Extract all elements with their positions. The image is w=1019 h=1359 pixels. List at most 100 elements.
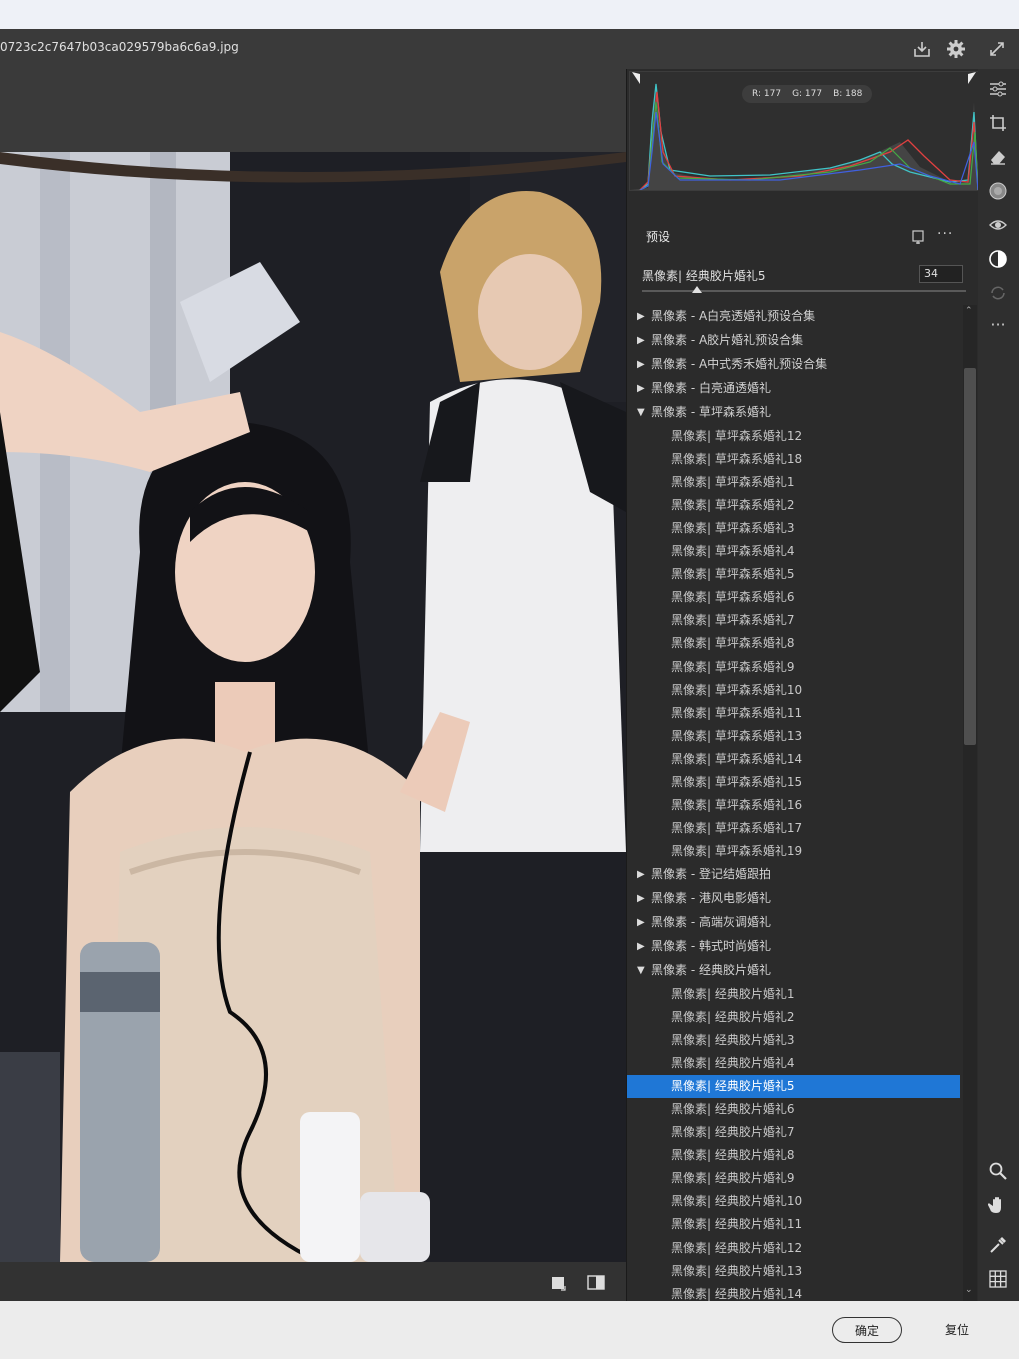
triangle-right-icon[interactable]: ▶ xyxy=(637,329,645,352)
preset-item[interactable]: 黑像素| 经典胶片婚礼4 xyxy=(627,1052,960,1075)
zoom-icon[interactable] xyxy=(986,1159,1010,1183)
preset-item[interactable]: 黑像素| 草坪森系婚礼2 xyxy=(627,494,960,517)
preset-item-label: 黑像素| 经典胶片婚礼2 xyxy=(671,1010,795,1024)
triangle-down-icon[interactable]: ▼ xyxy=(637,401,645,424)
preset-item[interactable]: 黑像素| 草坪森系婚礼10 xyxy=(627,679,960,702)
preset-item[interactable]: 黑像素| 草坪森系婚礼14 xyxy=(627,748,960,771)
preset-item-label: 黑像素| 草坪森系婚礼14 xyxy=(671,751,803,766)
preset-item-label: 黑像素| 经典胶片婚礼14 xyxy=(671,1286,803,1301)
preset-item[interactable]: 黑像素| 草坪森系婚礼5 xyxy=(627,563,960,586)
preset-item-label: 黑像素| 经典胶片婚礼8 xyxy=(671,1148,795,1163)
preset-item-label: 黑像素| 经典胶片婚礼12 xyxy=(671,1240,803,1255)
preset-item[interactable]: 黑像素| 经典胶片婚礼6 xyxy=(627,1098,960,1121)
preset-group-label: 黑像素 - 经典胶片婚礼 xyxy=(651,962,771,977)
preset-amount-value[interactable]: 34 xyxy=(919,265,963,283)
scrollbar-thumb[interactable] xyxy=(964,368,976,745)
preset-group[interactable]: ▶ 黑像素 - A中式秀禾婚礼预设合集 xyxy=(627,353,960,376)
preset-item[interactable]: 黑像素| 草坪森系婚礼11 xyxy=(627,702,960,725)
single-view-icon[interactable] xyxy=(549,1272,569,1292)
preset-item[interactable]: 黑像素| 经典胶片婚礼11 xyxy=(627,1213,960,1236)
presets-icon[interactable] xyxy=(986,247,1010,271)
preset-item-label: 黑像素| 草坪森系婚礼9 xyxy=(671,659,795,674)
more-options-icon[interactable]: ··· xyxy=(937,226,953,242)
scroll-up-arrow[interactable]: ⌃ xyxy=(965,306,973,316)
preset-item[interactable]: 黑像素| 草坪森系婚礼15 xyxy=(627,771,960,794)
eraser-icon[interactable] xyxy=(986,145,1010,169)
amount-slider-track[interactable] xyxy=(642,290,966,292)
preset-item[interactable]: 黑像素| 草坪森系婚礼1 xyxy=(627,471,960,494)
preset-group-label: 黑像素 - 高端灰调婚礼 xyxy=(651,914,771,929)
preset-item-label: 黑像素| 经典胶片婚礼4 xyxy=(671,1056,795,1071)
snapshots-icon[interactable] xyxy=(986,281,1010,305)
preset-item[interactable]: 黑像素| 草坪森系婚礼7 xyxy=(627,609,960,632)
preset-item[interactable]: 黑像素| 经典胶片婚礼7 xyxy=(627,1121,960,1144)
crop-icon[interactable] xyxy=(986,111,1010,135)
preset-item[interactable]: 黑像素| 草坪森系婚礼4 xyxy=(627,540,960,563)
triangle-right-icon[interactable]: ▶ xyxy=(637,887,645,910)
triangle-right-icon[interactable]: ▶ xyxy=(637,377,645,400)
preset-group[interactable]: ▶ 黑像素 - A白亮透婚礼预设合集 xyxy=(627,305,960,328)
scroll-down-arrow[interactable]: ⌄ xyxy=(965,1285,973,1295)
preset-item-selected[interactable]: 黑像素| 经典胶片婚礼5 xyxy=(627,1075,960,1099)
eyedropper-icon[interactable] xyxy=(986,1233,1010,1257)
preset-item[interactable]: 黑像素| 草坪森系婚礼8 xyxy=(627,632,960,655)
preset-item[interactable]: 黑像素| 草坪森系婚礼3 xyxy=(627,517,960,540)
preset-item[interactable]: 黑像素| 草坪森系婚礼13 xyxy=(627,725,960,748)
adjust-sliders-icon[interactable] xyxy=(986,77,1010,101)
preset-item-label: 黑像素| 经典胶片婚礼6 xyxy=(671,1102,795,1117)
preset-item[interactable]: 黑像素| 草坪森系婚礼6 xyxy=(627,586,960,609)
preset-group[interactable]: ▶ 黑像素 - 韩式时尚婚礼 xyxy=(627,935,960,958)
preset-item[interactable]: 黑像素| 草坪森系婚礼18 xyxy=(627,448,960,471)
preset-item[interactable]: 黑像素| 经典胶片婚礼12 xyxy=(627,1237,960,1260)
preset-item[interactable]: 黑像素| 草坪森系婚礼9 xyxy=(627,656,960,679)
preset-group-label: 黑像素 - A白亮透婚礼预设合集 xyxy=(651,309,816,323)
triangle-right-icon[interactable]: ▶ xyxy=(637,305,645,328)
preset-item[interactable]: 黑像素| 经典胶片婚礼2 xyxy=(627,1006,960,1029)
preset-item[interactable]: 黑像素| 经典胶片婚礼3 xyxy=(627,1029,960,1052)
preset-item[interactable]: 黑像素| 草坪森系婚礼16 xyxy=(627,794,960,817)
preset-item[interactable]: 黑像素| 经典胶片婚礼1 xyxy=(627,983,960,1006)
triangle-right-icon[interactable]: ▶ xyxy=(637,935,645,958)
more-tools-icon[interactable]: ··· xyxy=(986,312,1010,336)
preset-item[interactable]: 黑像素| 草坪森系婚礼12 xyxy=(627,425,960,448)
save-icon[interactable] xyxy=(910,37,934,61)
preset-group[interactable]: ▼ 黑像素 - 草坪森系婚礼 xyxy=(627,401,960,424)
green-value: G: 177 xyxy=(792,89,823,99)
preset-group[interactable]: ▶ 黑像素 - 港风电影婚礼 xyxy=(627,887,960,910)
preset-item-label: 黑像素| 草坪森系婚礼11 xyxy=(671,705,803,720)
preset-item[interactable]: 黑像素| 经典胶片婚礼13 xyxy=(627,1260,960,1283)
preset-group[interactable]: ▶ 黑像素 - 登记结婚跟拍 xyxy=(627,863,960,886)
preset-group[interactable]: ▶ 黑像素 - 白亮通透婚礼 xyxy=(627,377,960,400)
hand-icon[interactable] xyxy=(986,1193,1010,1217)
preset-item-label: 黑像素| 草坪森系婚礼2 xyxy=(671,498,795,513)
preset-item[interactable]: 黑像素| 经典胶片婚礼14 xyxy=(627,1283,960,1301)
preset-group[interactable]: ▼ 黑像素 - 经典胶片婚礼 xyxy=(627,959,960,982)
gear-icon[interactable] xyxy=(944,37,968,61)
mask-icon[interactable] xyxy=(986,179,1010,203)
ok-button[interactable]: 确定 xyxy=(832,1317,902,1343)
new-preset-icon[interactable] xyxy=(912,229,926,248)
amount-slider-thumb[interactable] xyxy=(692,286,703,293)
preset-item-label: 黑像素| 草坪森系婚礼15 xyxy=(671,774,803,789)
preset-item-label: 黑像素| 经典胶片婚礼1 xyxy=(671,986,795,1001)
triangle-right-icon[interactable]: ▶ xyxy=(637,863,645,886)
fullscreen-icon[interactable] xyxy=(985,37,1009,61)
preset-item[interactable]: 黑像素| 经典胶片婚礼8 xyxy=(627,1144,960,1167)
triangle-right-icon[interactable]: ▶ xyxy=(637,353,645,376)
preset-group[interactable]: ▶ 黑像素 - A胶片婚礼预设合集 xyxy=(627,329,960,352)
redeye-icon[interactable] xyxy=(986,213,1010,237)
preset-scrollbar[interactable]: ⌃ ⌄ xyxy=(963,305,977,1301)
preset-group-label: 黑像素 - 韩式时尚婚礼 xyxy=(651,938,771,953)
preset-item[interactable]: 黑像素| 草坪森系婚礼19 xyxy=(627,840,960,863)
preset-item[interactable]: 黑像素| 草坪森系婚礼17 xyxy=(627,817,960,840)
preset-item-label: 黑像素| 草坪森系婚礼4 xyxy=(671,544,795,559)
preset-item[interactable]: 黑像素| 经典胶片婚礼10 xyxy=(627,1190,960,1213)
grid-icon[interactable] xyxy=(986,1267,1010,1291)
preset-item-label: 黑像素| 草坪森系婚礼3 xyxy=(671,521,795,536)
triangle-down-icon[interactable]: ▼ xyxy=(637,959,645,982)
compare-view-icon[interactable] xyxy=(586,1272,606,1292)
preset-item[interactable]: 黑像素| 经典胶片婚礼9 xyxy=(627,1167,960,1190)
triangle-right-icon[interactable]: ▶ xyxy=(637,911,645,934)
preset-group[interactable]: ▶ 黑像素 - 高端灰调婚礼 xyxy=(627,911,960,934)
reset-button[interactable]: 复位 xyxy=(945,1321,969,1338)
